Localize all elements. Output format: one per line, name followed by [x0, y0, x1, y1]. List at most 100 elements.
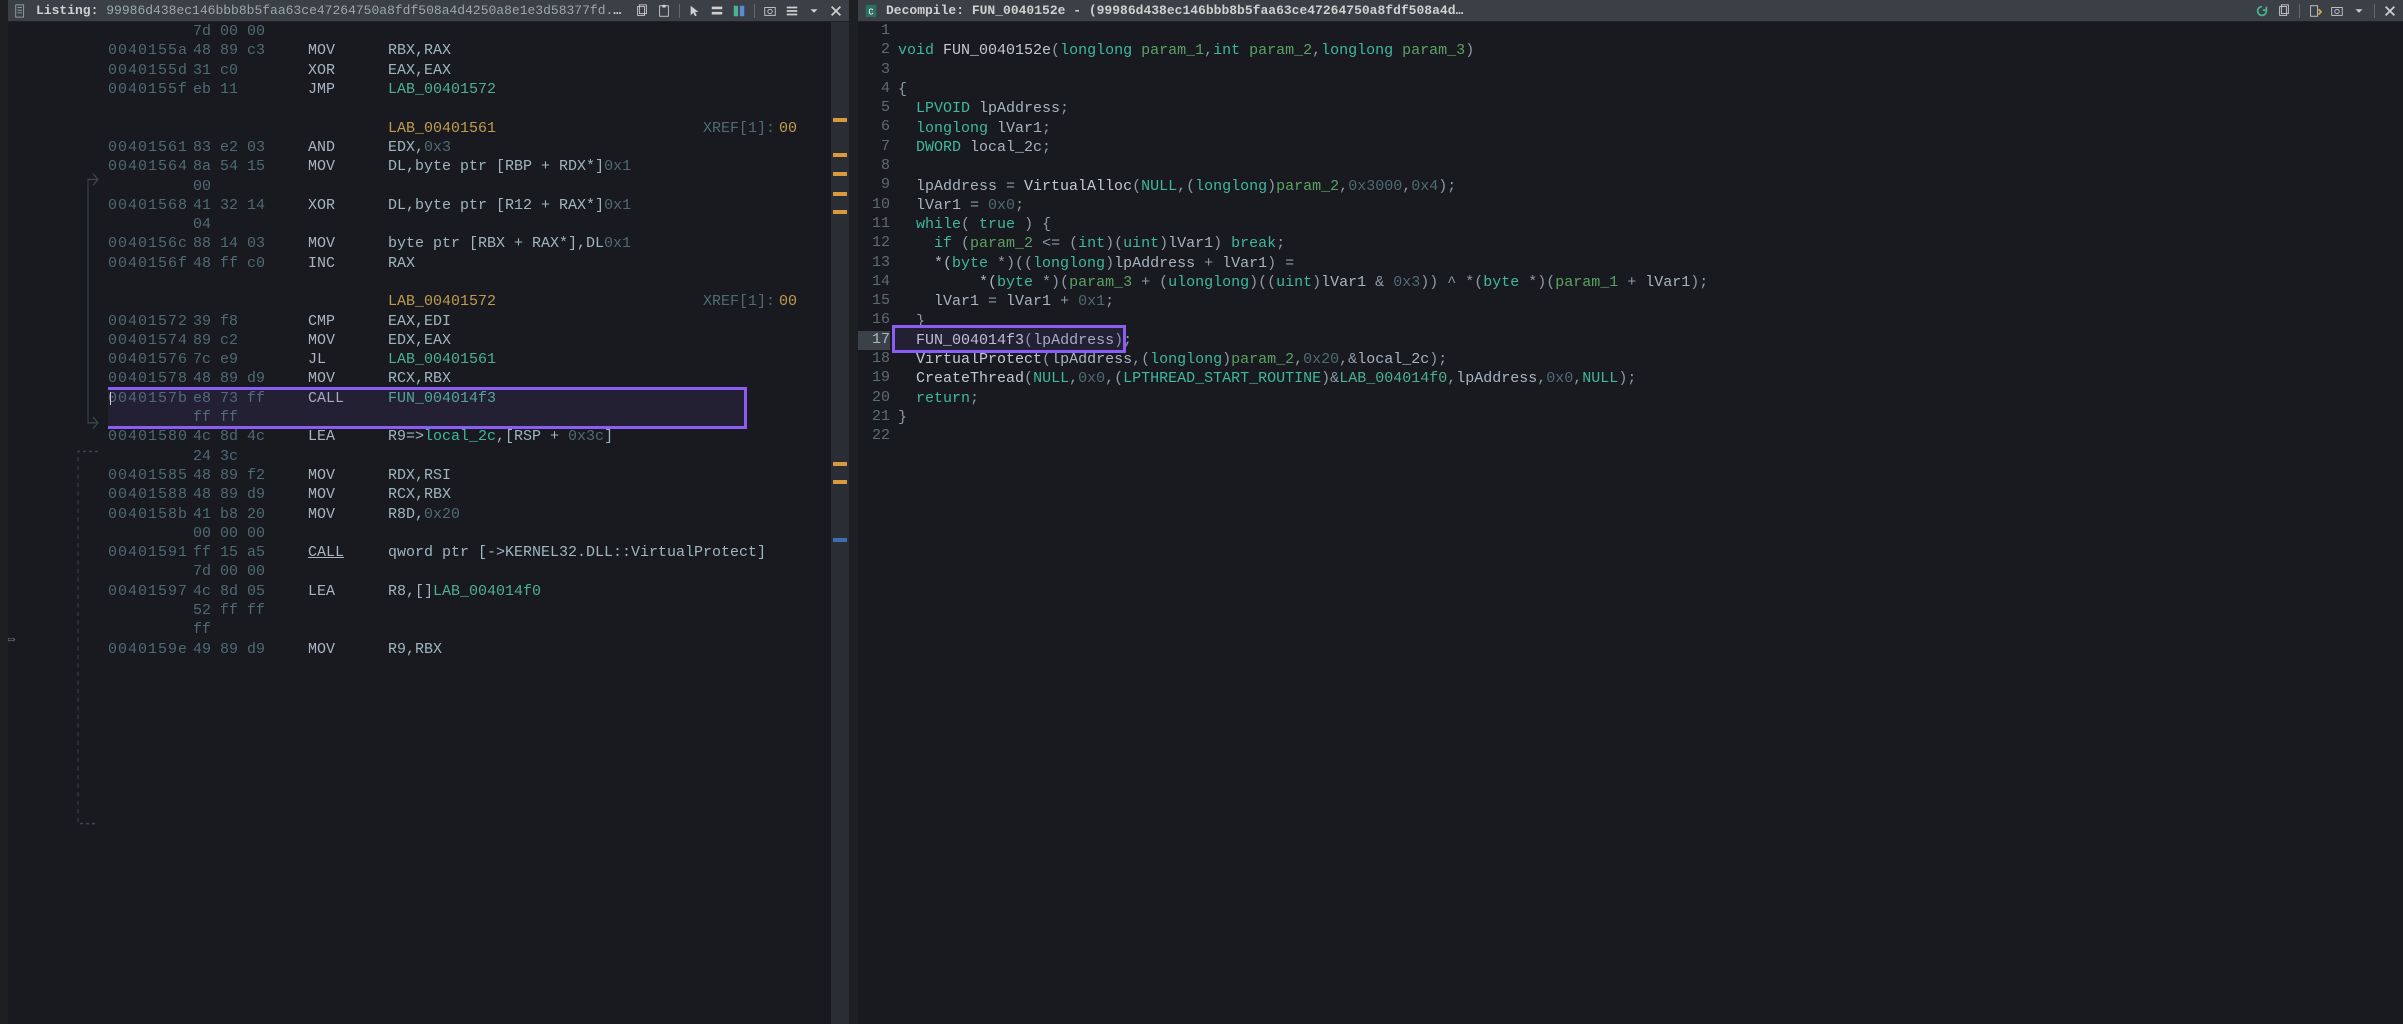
asm-line[interactable]: 00 00 00 [108, 524, 831, 543]
asm-line[interactable]: 004015974c 8d 05LEAR8,[]LAB_004014f0 [108, 582, 831, 601]
asm-line[interactable]: 00401591ff 15 a5CALLqword ptr [->KERNEL3… [108, 543, 831, 562]
code-line[interactable]: lVar1 = lVar1 + 0x1; [898, 292, 2403, 311]
asm-line[interactable]: 0040157489 c2MOVEDX,EAX [108, 331, 831, 350]
snapshot-icon[interactable] [761, 2, 779, 20]
decompiled-code[interactable]: void FUN_0040152e(longlong param_1,int p… [898, 22, 2403, 1024]
overview-mark[interactable] [833, 538, 847, 542]
code-line[interactable]: } [898, 408, 2403, 427]
code-line[interactable]: void FUN_0040152e(longlong param_1,int p… [898, 41, 2403, 60]
asm-line[interactable]: ff ff [108, 408, 831, 427]
code-line[interactable] [898, 22, 2403, 41]
asm-line[interactable]: 7d 00 00 [108, 562, 831, 581]
asm-line[interactable]: 0040156f48 ff c0INCRAX [108, 254, 831, 273]
asm-line[interactable]: 52 ff ff [108, 601, 831, 620]
code-line[interactable]: } [898, 311, 2403, 330]
overview-mark[interactable] [833, 192, 847, 196]
code-line[interactable]: { [898, 80, 2403, 99]
overview-mark[interactable] [833, 172, 847, 176]
close-icon[interactable] [827, 2, 845, 20]
asm-line[interactable]: 004015767c e9JLLAB_00401561 [108, 350, 831, 369]
asm-line[interactable]: 0040156183 e2 03ANDEDX,0x3 [108, 138, 831, 157]
asm-line[interactable]: 04 [108, 215, 831, 234]
code-line[interactable]: while( true ) { [898, 215, 2403, 234]
resize-handle-icon[interactable]: ⇔ [8, 632, 15, 648]
fields-icon[interactable] [708, 2, 726, 20]
asm-line[interactable]: 0040157848 89 d9MOVRCX,RBX [108, 369, 831, 388]
code-line[interactable]: CreateThread(NULL,0x0,(LPTHREAD_START_RO… [898, 369, 2403, 388]
line-number: 17 [858, 331, 890, 350]
asm-line[interactable] [108, 99, 831, 118]
code-line[interactable]: lVar1 = 0x0; [898, 196, 2403, 215]
assembly-column[interactable]: 7d 00 000040155a48 89 c3MOVRBX,RAX004015… [108, 22, 831, 1024]
cursor-icon[interactable] [686, 2, 704, 20]
far-left-gutter [0, 0, 8, 1024]
asm-line[interactable]: 0040159e49 89 d9MOVR9,RBX [108, 640, 831, 659]
asm-line[interactable]: 0040155d31 c0XOREAX,EAX [108, 61, 831, 80]
asm-line[interactable]: 0040155a48 89 c3MOVRBX,RAX [108, 41, 831, 60]
diff-icon[interactable] [730, 2, 748, 20]
code-line[interactable]: VirtualProtect(lpAddress,(longlong)param… [898, 350, 2403, 369]
code-line[interactable]: return; [898, 389, 2403, 408]
overview-mark[interactable] [833, 462, 847, 466]
asm-line[interactable]: LAB_00401561XREF[1]:00 [108, 118, 831, 137]
copy-icon[interactable] [2275, 2, 2293, 20]
close-icon[interactable] [2381, 2, 2399, 20]
asm-line[interactable]: 0040158548 89 f2MOVRDX,RSI [108, 466, 831, 485]
asm-line[interactable]: 0040157be8 73 ffCALLFUN_004014f3 [108, 389, 831, 408]
line-number: 19 [858, 369, 890, 388]
asm-line[interactable]: ff [108, 620, 831, 639]
asm-line[interactable] [108, 273, 831, 292]
code-line[interactable]: *(byte *)(param_3 + (ulonglong)((uint)lV… [898, 273, 2403, 292]
asm-line[interactable]: 004015648a 54 15MOVDL,byte ptr [RBP + RD… [108, 157, 831, 176]
dropdown-icon[interactable] [2350, 2, 2368, 20]
decompile-panel: C Decompile: FUN_0040152e - (99986d438ec… [858, 0, 2403, 1024]
asm-line[interactable]: 0040158b41 b8 20MOVR8D,0x20 [108, 504, 831, 523]
code-line[interactable]: lpAddress = VirtualAlloc(NULL,(longlong)… [898, 176, 2403, 195]
paste-icon[interactable] [655, 2, 673, 20]
overview-mark[interactable] [833, 210, 847, 214]
code-line[interactable] [898, 61, 2403, 80]
asm-line[interactable]: LAB_00401572XREF[1]:00 [108, 292, 831, 311]
code-line[interactable]: if (param_2 <= (int)(uint)lVar1) break; [898, 234, 2403, 253]
overview-mark[interactable] [833, 118, 847, 122]
copy-icon[interactable] [633, 2, 651, 20]
snapshot-icon[interactable] [2328, 2, 2346, 20]
asm-line[interactable]: 0040156841 32 14XORDL,byte ptr [R12 + RA… [108, 196, 831, 215]
asm-line[interactable]: 00 [108, 176, 831, 195]
panel-divider[interactable] [849, 0, 858, 1024]
code-line[interactable]: LPVOID lpAddress; [898, 99, 2403, 118]
listing-header: Listing: 99986d438ec146bbb8b5faa63ce4726… [8, 0, 849, 22]
dropdown-icon[interactable] [805, 2, 823, 20]
code-line[interactable]: DWORD local_2c; [898, 138, 2403, 157]
c-file-icon: C [862, 2, 880, 20]
asm-line[interactable]: 004015804c 8d 4cLEAR9=>local_2c,[RSP + 0… [108, 427, 831, 446]
line-number: 2 [858, 41, 890, 60]
export-icon[interactable] [2306, 2, 2324, 20]
code-line[interactable]: FUN_004014f3(lpAddress); [898, 331, 2403, 350]
asm-line[interactable]: 0040157239 f8CMPEAX,EDI [108, 311, 831, 330]
code-line[interactable] [898, 427, 2403, 446]
line-number: 11 [858, 215, 890, 234]
listing-subtitle: 99986d438ec146bbb8b5faa63ce47264750a8fdf… [106, 3, 627, 18]
listing-toolbar [633, 2, 845, 20]
overview-mark[interactable] [833, 480, 847, 484]
asm-line[interactable]: 24 3c [108, 447, 831, 466]
listing-title: Listing: [36, 3, 98, 18]
menu-icon[interactable] [783, 2, 801, 20]
flow-arrows-column: ⇔ [8, 22, 108, 1024]
line-number: 12 [858, 234, 890, 253]
line-number: 21 [858, 408, 890, 427]
line-number: 15 [858, 292, 890, 311]
overview-mark[interactable] [833, 153, 847, 157]
asm-line[interactable]: 0040156c88 14 03MOVbyte ptr [RBX + RAX*]… [108, 234, 831, 253]
refresh-icon[interactable] [2253, 2, 2271, 20]
asm-line[interactable]: 0040155feb 11JMPLAB_00401572 [108, 80, 831, 99]
overview-strip[interactable] [831, 22, 849, 1024]
asm-line[interactable]: 0040158848 89 d9MOVRCX,RBX [108, 485, 831, 504]
line-number: 22 [858, 427, 890, 446]
asm-line[interactable]: 7d 00 00 [108, 22, 831, 41]
code-line[interactable]: *(byte *)((longlong)lpAddress + lVar1) = [898, 254, 2403, 273]
code-line[interactable] [898, 157, 2403, 176]
line-number: 3 [858, 61, 890, 80]
code-line[interactable]: longlong lVar1; [898, 118, 2403, 137]
